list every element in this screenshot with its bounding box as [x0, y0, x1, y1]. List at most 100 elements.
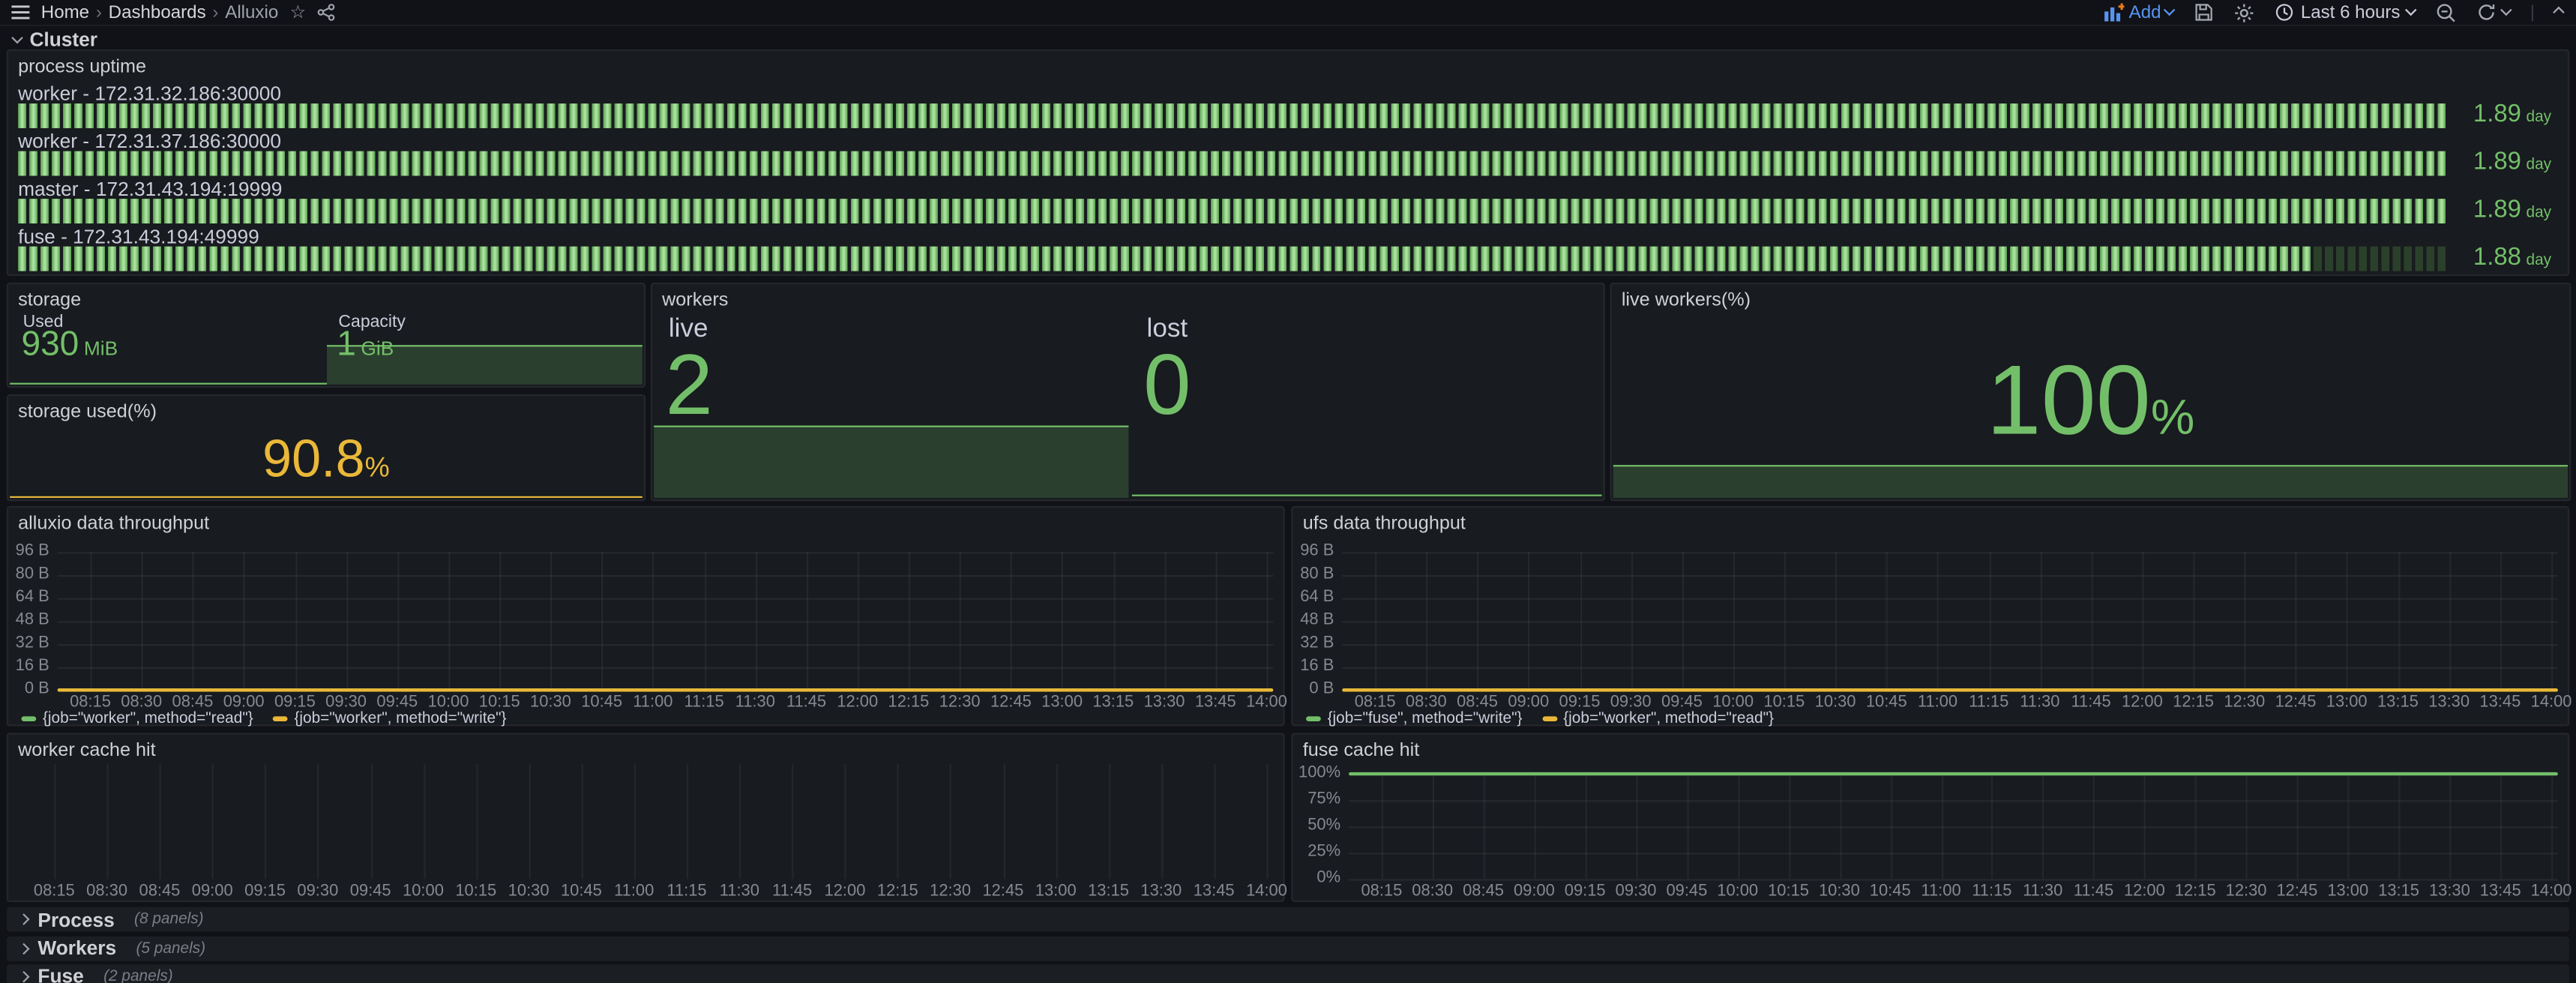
panel-title[interactable]: worker cache hit	[18, 741, 155, 760]
gauge-fill	[18, 199, 2448, 223]
x-axis-label: 12:45	[973, 884, 1032, 901]
x-axis-label: 14:00	[1237, 695, 1296, 712]
row-header-fuse[interactable]: Fuse(2 panels)	[7, 964, 2569, 983]
x-axis-label: 09:15	[235, 884, 295, 901]
breadcrumb-item-alluxio[interactable]: Alluxio	[225, 2, 278, 22]
y-axis-label: 0 B	[8, 682, 49, 698]
v-gridline	[1161, 764, 1163, 879]
v-gridline	[1789, 774, 1790, 879]
breadcrumb-item-dashboards[interactable]: Dashboards	[109, 2, 206, 22]
chart-legend: {job="fuse", method="write"} {job="worker…	[1306, 710, 1774, 728]
panel-title[interactable]: fuse cache hit	[1303, 741, 1420, 760]
x-axis-label: 13:00	[1026, 884, 1086, 901]
breadcrumb-item-home[interactable]: Home	[41, 2, 89, 22]
legend-item[interactable]: {job="fuse", method="write"}	[1306, 710, 1522, 728]
x-axis-label: 10:00	[419, 695, 478, 712]
panel-title[interactable]: alluxio data throughput	[18, 514, 209, 534]
gauge-value-unit: day	[2527, 251, 2552, 269]
x-axis-label: 12:15	[2164, 695, 2223, 712]
v-gridline	[476, 764, 478, 879]
v-gridline	[2297, 774, 2299, 879]
v-gridline	[1164, 552, 1166, 690]
x-axis-label: 11:00	[1908, 695, 1967, 712]
panel-title[interactable]: workers	[662, 291, 728, 310]
x-axis-label: 12:30	[930, 695, 990, 712]
share-icon[interactable]	[318, 3, 336, 21]
x-axis-label: 09:30	[288, 884, 347, 901]
x-axis-label: 10:15	[446, 884, 505, 901]
panel-title[interactable]: storage	[18, 291, 81, 310]
breadcrumb: Home›Dashboards›Alluxio	[41, 2, 278, 22]
panel-title[interactable]: storage used(%)	[18, 403, 157, 422]
x-axis-label: 10:00	[1703, 695, 1763, 712]
row-panel-count: (2 panels)	[103, 967, 173, 983]
x-axis-label: 11:15	[1959, 695, 2018, 712]
gauge-bar	[18, 151, 2448, 175]
panel-title[interactable]: process uptime	[18, 58, 146, 77]
used-sparkline	[10, 382, 327, 384]
collapse-toolbar-chevron-up-icon[interactable]	[2554, 8, 2563, 16]
star-icon[interactable]: ☆	[290, 1, 307, 22]
v-gridline	[1585, 774, 1586, 879]
legend-item[interactable]: {job="worker", method="read"}	[21, 710, 253, 728]
h-gridline	[1342, 552, 2558, 553]
x-axis-label: 11:30	[710, 884, 769, 901]
x-axis-label: 08:30	[112, 695, 171, 712]
panel-title[interactable]: live workers(%)	[1622, 291, 1751, 310]
v-gridline	[1941, 774, 1942, 879]
y-axis-label: 50%	[1293, 818, 1341, 835]
v-gridline	[1886, 552, 1888, 690]
x-axis-label: 14:00	[2522, 884, 2576, 901]
x-axis-label: 12:30	[921, 884, 980, 901]
refresh-button[interactable]	[2477, 3, 2510, 21]
lost-sparkline	[1132, 493, 1602, 496]
gauge-value-unit: day	[2527, 204, 2552, 222]
row-header-cluster[interactable]: Cluster	[13, 28, 98, 51]
x-axis-label: 09:00	[183, 884, 242, 901]
legend-item[interactable]: {job="worker", method="read"}	[1542, 710, 1774, 728]
row-header-workers[interactable]: Workers(5 panels)	[7, 936, 2569, 961]
gauge-label: worker - 172.31.37.186:30000	[18, 130, 281, 153]
x-axis-label: 08:15	[25, 884, 84, 901]
refresh-interval-chevron-down-icon	[2500, 4, 2512, 16]
v-gridline	[1214, 764, 1215, 879]
x-axis-label: 12:00	[2113, 695, 2172, 712]
v-gridline	[2142, 552, 2143, 690]
legend-series-name: {job="worker", method="read"}	[1563, 710, 1774, 728]
gauge-value: 1.89day	[2473, 100, 2551, 128]
x-axis-label: 14:00	[2522, 695, 2576, 712]
zoom-out-icon[interactable]	[2437, 2, 2456, 22]
v-gridline	[1839, 774, 1841, 879]
x-axis-label: 08:45	[163, 695, 222, 712]
save-icon[interactable]	[2196, 3, 2214, 21]
panel-worker-cache-hit: worker cache hit08:1508:3008:4509:0009:1…	[7, 733, 1285, 902]
x-axis-label: 12:45	[981, 695, 1041, 712]
v-gridline	[1109, 764, 1110, 879]
add-panel-button[interactable]: Add	[2104, 2, 2174, 22]
row-panel-count: (8 panels)	[134, 910, 204, 928]
time-range-picker[interactable]: Last 6 hours	[2276, 2, 2415, 22]
y-axis-label: 96 B	[1293, 544, 1334, 560]
menu-icon[interactable]	[11, 5, 29, 20]
chevron-right-icon	[18, 943, 29, 954]
y-axis-label: 64 B	[1293, 590, 1334, 607]
row-header-label: Cluster	[29, 28, 97, 51]
row-header-process[interactable]: Process(8 panels)	[7, 907, 2569, 932]
v-gridline	[2091, 552, 2092, 690]
v-gridline	[1478, 552, 1479, 690]
gauge-label: fuse - 172.31.43.194:49999	[18, 225, 259, 248]
v-gridline	[602, 552, 604, 690]
v-gridline	[1215, 552, 1217, 690]
settings-icon[interactable]	[2235, 2, 2254, 22]
panel-ufs-throughput: ufs data throughput96 B80 B64 B48 B32 B1…	[1291, 506, 2569, 727]
v-gridline	[687, 764, 688, 879]
chevron-right-icon	[18, 913, 29, 925]
v-gridline	[1580, 552, 1581, 690]
legend-item[interactable]: {job="worker", method="write"}	[273, 710, 506, 728]
v-gridline	[807, 552, 808, 690]
breadcrumb-separator-icon: ›	[212, 2, 218, 22]
v-gridline	[107, 764, 109, 879]
v-gridline	[1003, 764, 1005, 879]
x-axis-label: 10:00	[394, 884, 453, 901]
panel-title[interactable]: ufs data throughput	[1303, 514, 1466, 534]
